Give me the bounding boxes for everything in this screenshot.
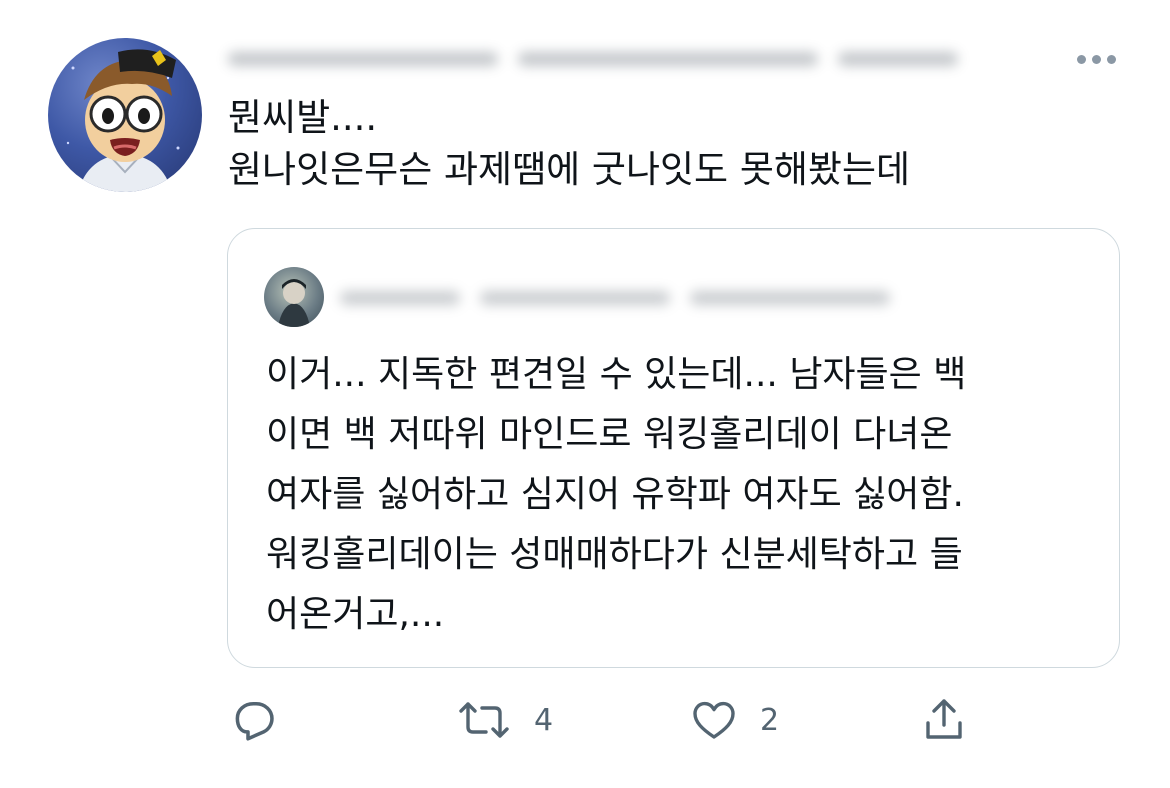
avatar-illustration bbox=[66, 49, 180, 192]
like-count: 2 bbox=[760, 702, 780, 738]
reply-button[interactable] bbox=[228, 690, 278, 750]
retweet-count: 4 bbox=[534, 702, 554, 738]
share-button[interactable] bbox=[920, 690, 968, 750]
share-icon bbox=[926, 699, 962, 739]
author-header-redacted bbox=[228, 40, 978, 76]
heart-icon bbox=[693, 701, 735, 739]
tweet-action-bar: 4 2 bbox=[0, 690, 1170, 750]
quoted-tweet-card[interactable]: 이거... 지독한 편견일 수 있는데... 남자들은 백 이면 백 저따위 마… bbox=[227, 228, 1120, 668]
author-avatar[interactable] bbox=[48, 38, 202, 192]
like-button[interactable]: 2 bbox=[690, 690, 779, 750]
retweet-icon bbox=[459, 702, 509, 738]
retweet-button[interactable]: 4 bbox=[456, 690, 553, 750]
more-options-icon[interactable] bbox=[1072, 50, 1120, 68]
quoted-author-avatar bbox=[264, 267, 324, 327]
reply-icon bbox=[235, 701, 274, 741]
quoted-tweet-text: 이거... 지독한 편견일 수 있는데... 남자들은 백 이면 백 저따위 마… bbox=[266, 354, 967, 635]
quoted-author-header-redacted bbox=[340, 281, 900, 315]
tweet-text: 뭔씨발.... 원나잇은무슨 과제땜에 굿나잇도 못해봤는데 bbox=[228, 96, 911, 191]
